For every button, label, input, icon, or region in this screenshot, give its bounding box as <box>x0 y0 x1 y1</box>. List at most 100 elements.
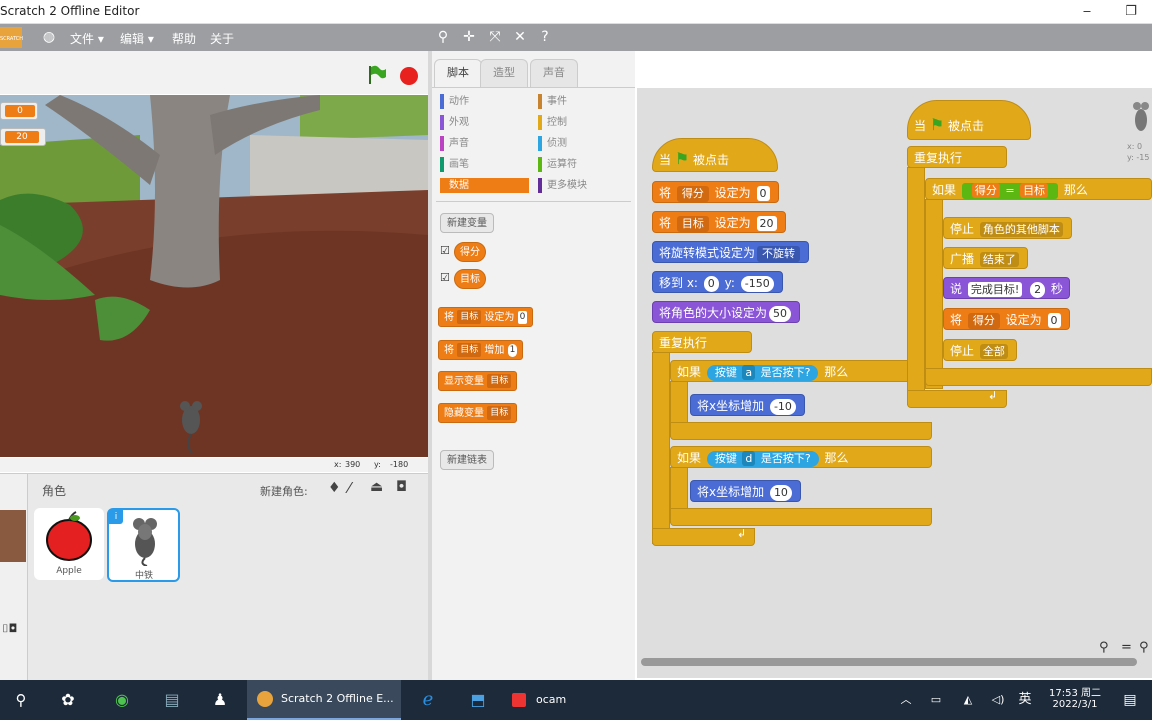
sprite-tile-apple[interactable]: Apple <box>34 508 104 580</box>
duplicate-icon[interactable]: ⚲ <box>434 28 452 46</box>
stage-thumbnail[interactable] <box>0 510 26 562</box>
block-dropdown[interactable]: 目标 <box>457 343 482 357</box>
stage[interactable]: 得分 0 目标 20 <box>0 95 428 457</box>
block-input[interactable]: 0 <box>1047 313 1061 328</box>
zoom-out-icon[interactable]: ⚲ <box>1099 640 1109 655</box>
choose-sprite-icon[interactable]: ♦ <box>328 480 341 496</box>
checkbox-target[interactable]: ☑ <box>440 271 450 284</box>
category-data[interactable]: 数据 <box>440 178 529 193</box>
key-pressed-condition[interactable]: 按键 d 是否按下? <box>706 450 819 467</box>
change-x-block[interactable]: 将x坐标增加 10 <box>690 480 801 502</box>
zoom-in-icon[interactable]: ⚲ <box>1139 640 1149 655</box>
block-dropdown[interactable]: 目标 <box>676 215 709 232</box>
new-variable-button[interactable]: 新建变量 <box>440 213 494 233</box>
info-icon[interactable]: i <box>109 510 123 524</box>
category-sound[interactable]: 声音 <box>440 136 469 151</box>
tab-sounds[interactable]: 声音 <box>530 59 578 87</box>
clock[interactable]: 17:53 周二 2022/3/1 <box>1040 684 1110 716</box>
taskbar-app-ocam[interactable]: ocam <box>508 686 578 714</box>
category-motion[interactable]: 动作 <box>440 94 469 109</box>
green-flag-icon[interactable] <box>366 64 388 86</box>
category-control[interactable]: 控制 <box>538 115 567 130</box>
when-flag-clicked-block[interactable]: 当 ⚑ 被点击 <box>652 138 778 172</box>
palette-hide-variable-block[interactable]: 隐藏变量 目标 <box>438 403 518 423</box>
block-dropdown[interactable]: 得分 <box>676 185 709 202</box>
app-icon[interactable]: ✿ <box>54 686 82 714</box>
menu-edit[interactable]: 编辑 ▾ <box>120 30 154 47</box>
block-dropdown[interactable]: a <box>742 365 756 380</box>
volume-icon[interactable]: ◁) <box>988 686 1008 714</box>
stop-other-scripts-block[interactable]: 停止 角色的其他脚本 <box>943 217 1072 239</box>
help-icon[interactable]: ? <box>536 28 554 46</box>
set-rotation-style-block[interactable]: 将旋转模式设定为 不旋转 <box>652 241 810 263</box>
set-target-block[interactable]: 将 目标 设定为 20 <box>652 211 786 233</box>
block-dropdown[interactable]: 全部 <box>979 344 1008 359</box>
category-looks[interactable]: 外观 <box>440 115 469 130</box>
palette-show-variable-block[interactable]: 显示变量 目标 <box>438 371 518 391</box>
if-equal-block[interactable]: 如果 得分 = 目标 那么 <box>925 178 1152 200</box>
set-score-block[interactable]: 将 得分 设定为 0 <box>652 181 779 203</box>
broadcast-block[interactable]: 广播 结束了 <box>943 247 1028 269</box>
if-key-a-block[interactable]: 如果 按键 a 是否按下? 那么 <box>670 360 932 382</box>
cut-icon[interactable]: ✛ <box>460 28 478 46</box>
qq-icon[interactable]: ♟ <box>206 686 234 714</box>
horizontal-scrollbar[interactable] <box>641 658 1137 666</box>
block-input[interactable]: -150 <box>740 275 774 292</box>
checkbox-score[interactable]: ☑ <box>440 244 450 257</box>
block-dropdown[interactable]: 目标 <box>487 406 512 420</box>
grow-icon[interactable]: ⤧ <box>486 28 504 46</box>
stage-var-monitor-score[interactable]: 得分 0 <box>0 102 38 120</box>
edge-icon[interactable]: ℯ <box>414 686 442 714</box>
sprite-tile-mouse[interactable]: i 中铁 <box>107 508 180 582</box>
network-icon[interactable]: ◭ <box>958 686 978 714</box>
block-input[interactable]: 0 <box>756 186 770 201</box>
tab-costumes[interactable]: 造型 <box>480 59 528 87</box>
stop-all-block[interactable]: 停止 全部 <box>943 339 1017 361</box>
camera-icon[interactable]: ⌷◘ <box>2 622 17 636</box>
key-pressed-condition[interactable]: 按键 a 是否按下? <box>706 364 819 381</box>
block-dropdown[interactable]: 得分 <box>971 183 1000 198</box>
reporter-target[interactable]: 目标 <box>454 269 486 289</box>
forever-block[interactable]: 重复执行 <box>652 331 752 353</box>
block-dropdown[interactable]: 目标 <box>487 374 512 388</box>
shrink-icon[interactable]: ✕ <box>511 28 529 46</box>
category-sensing[interactable]: 侦测 <box>538 136 567 151</box>
category-operators[interactable]: 运算符 <box>538 157 577 172</box>
tray-chevron-icon[interactable]: ︿ <box>896 686 916 714</box>
equals-condition[interactable]: 得分 = 目标 <box>961 182 1059 199</box>
upload-sprite-icon[interactable]: ⏏ <box>370 479 383 495</box>
menu-about[interactable]: 关于 <box>210 30 234 47</box>
maximize-button[interactable]: ❐ <box>1116 2 1146 22</box>
set-size-block[interactable]: 将角色的大小设定为 50 <box>652 301 801 323</box>
palette-set-block[interactable]: 将 目标 设定为 0 <box>438 307 534 327</box>
block-input[interactable]: 1 <box>507 343 518 357</box>
go-to-xy-block[interactable]: 移到 x: 0 y: -150 <box>652 271 783 293</box>
camera-icon[interactable]: ◘ <box>396 479 407 495</box>
tab-scripts[interactable]: 脚本 <box>434 59 482 87</box>
block-input[interactable]: 0 <box>517 310 528 324</box>
block-input[interactable]: 完成目标! <box>967 282 1023 297</box>
category-pen[interactable]: 画笔 <box>440 157 469 172</box>
category-events[interactable]: 事件 <box>538 94 567 109</box>
block-dropdown[interactable]: 角色的其他脚本 <box>979 222 1063 237</box>
zoom-reset-icon[interactable]: = <box>1121 640 1132 655</box>
category-more-blocks[interactable]: 更多模块 <box>538 178 587 193</box>
menu-file[interactable]: 文件 ▾ <box>70 30 104 47</box>
block-dropdown[interactable]: 不旋转 <box>757 245 801 262</box>
new-list-button[interactable]: 新建链表 <box>440 450 494 470</box>
stage-var-monitor-target[interactable]: 目标 20 <box>0 128 46 146</box>
change-x-block[interactable]: 将x坐标增加 -10 <box>690 394 805 416</box>
block-input[interactable]: 0 <box>703 275 719 292</box>
block-dropdown[interactable]: d <box>742 451 756 466</box>
reporter-score[interactable]: 得分 <box>454 242 486 262</box>
block-input[interactable]: 20 <box>756 216 777 231</box>
paint-sprite-icon[interactable]: ⁄ <box>348 479 351 497</box>
forever-block[interactable]: 重复执行 <box>907 146 1007 168</box>
block-dropdown[interactable]: 得分 <box>967 312 1000 329</box>
taskbar-app-scratch[interactable]: Scratch 2 Offline E... <box>247 680 401 720</box>
say-for-secs-block[interactable]: 说 完成目标! 2 秒 <box>943 277 1070 299</box>
battery-icon[interactable]: ▭ <box>926 686 946 714</box>
wechat-icon[interactable]: ◉ <box>108 686 136 714</box>
block-dropdown[interactable]: 目标 <box>457 310 482 324</box>
block-dropdown[interactable]: 目标 <box>1020 183 1049 198</box>
